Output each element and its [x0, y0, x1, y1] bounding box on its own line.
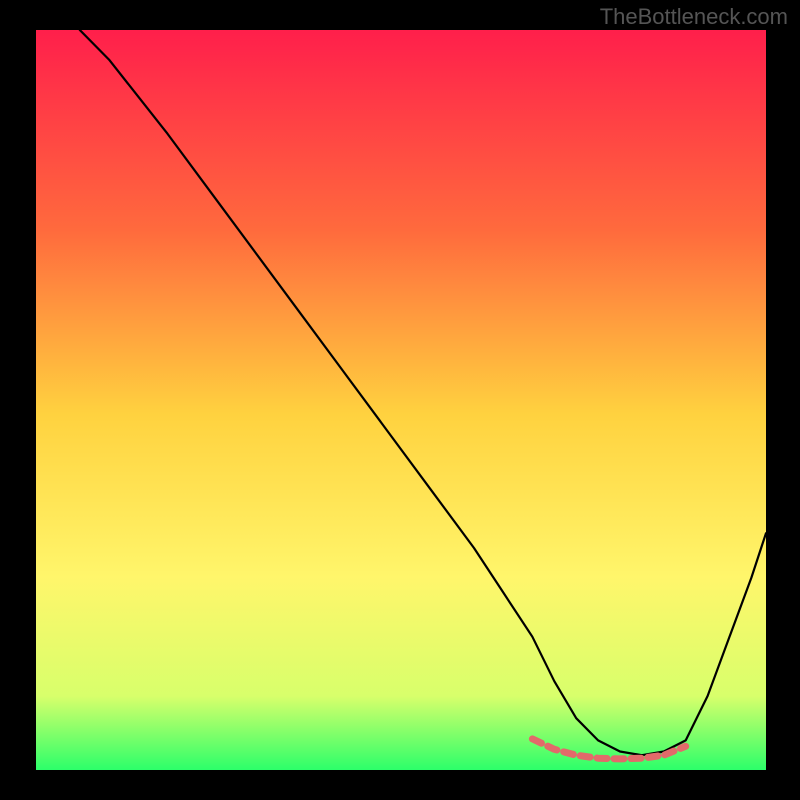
chart-svg — [36, 30, 766, 770]
watermark-text: TheBottleneck.com — [600, 4, 788, 30]
chart-area — [36, 30, 766, 770]
gradient-background — [36, 30, 766, 770]
